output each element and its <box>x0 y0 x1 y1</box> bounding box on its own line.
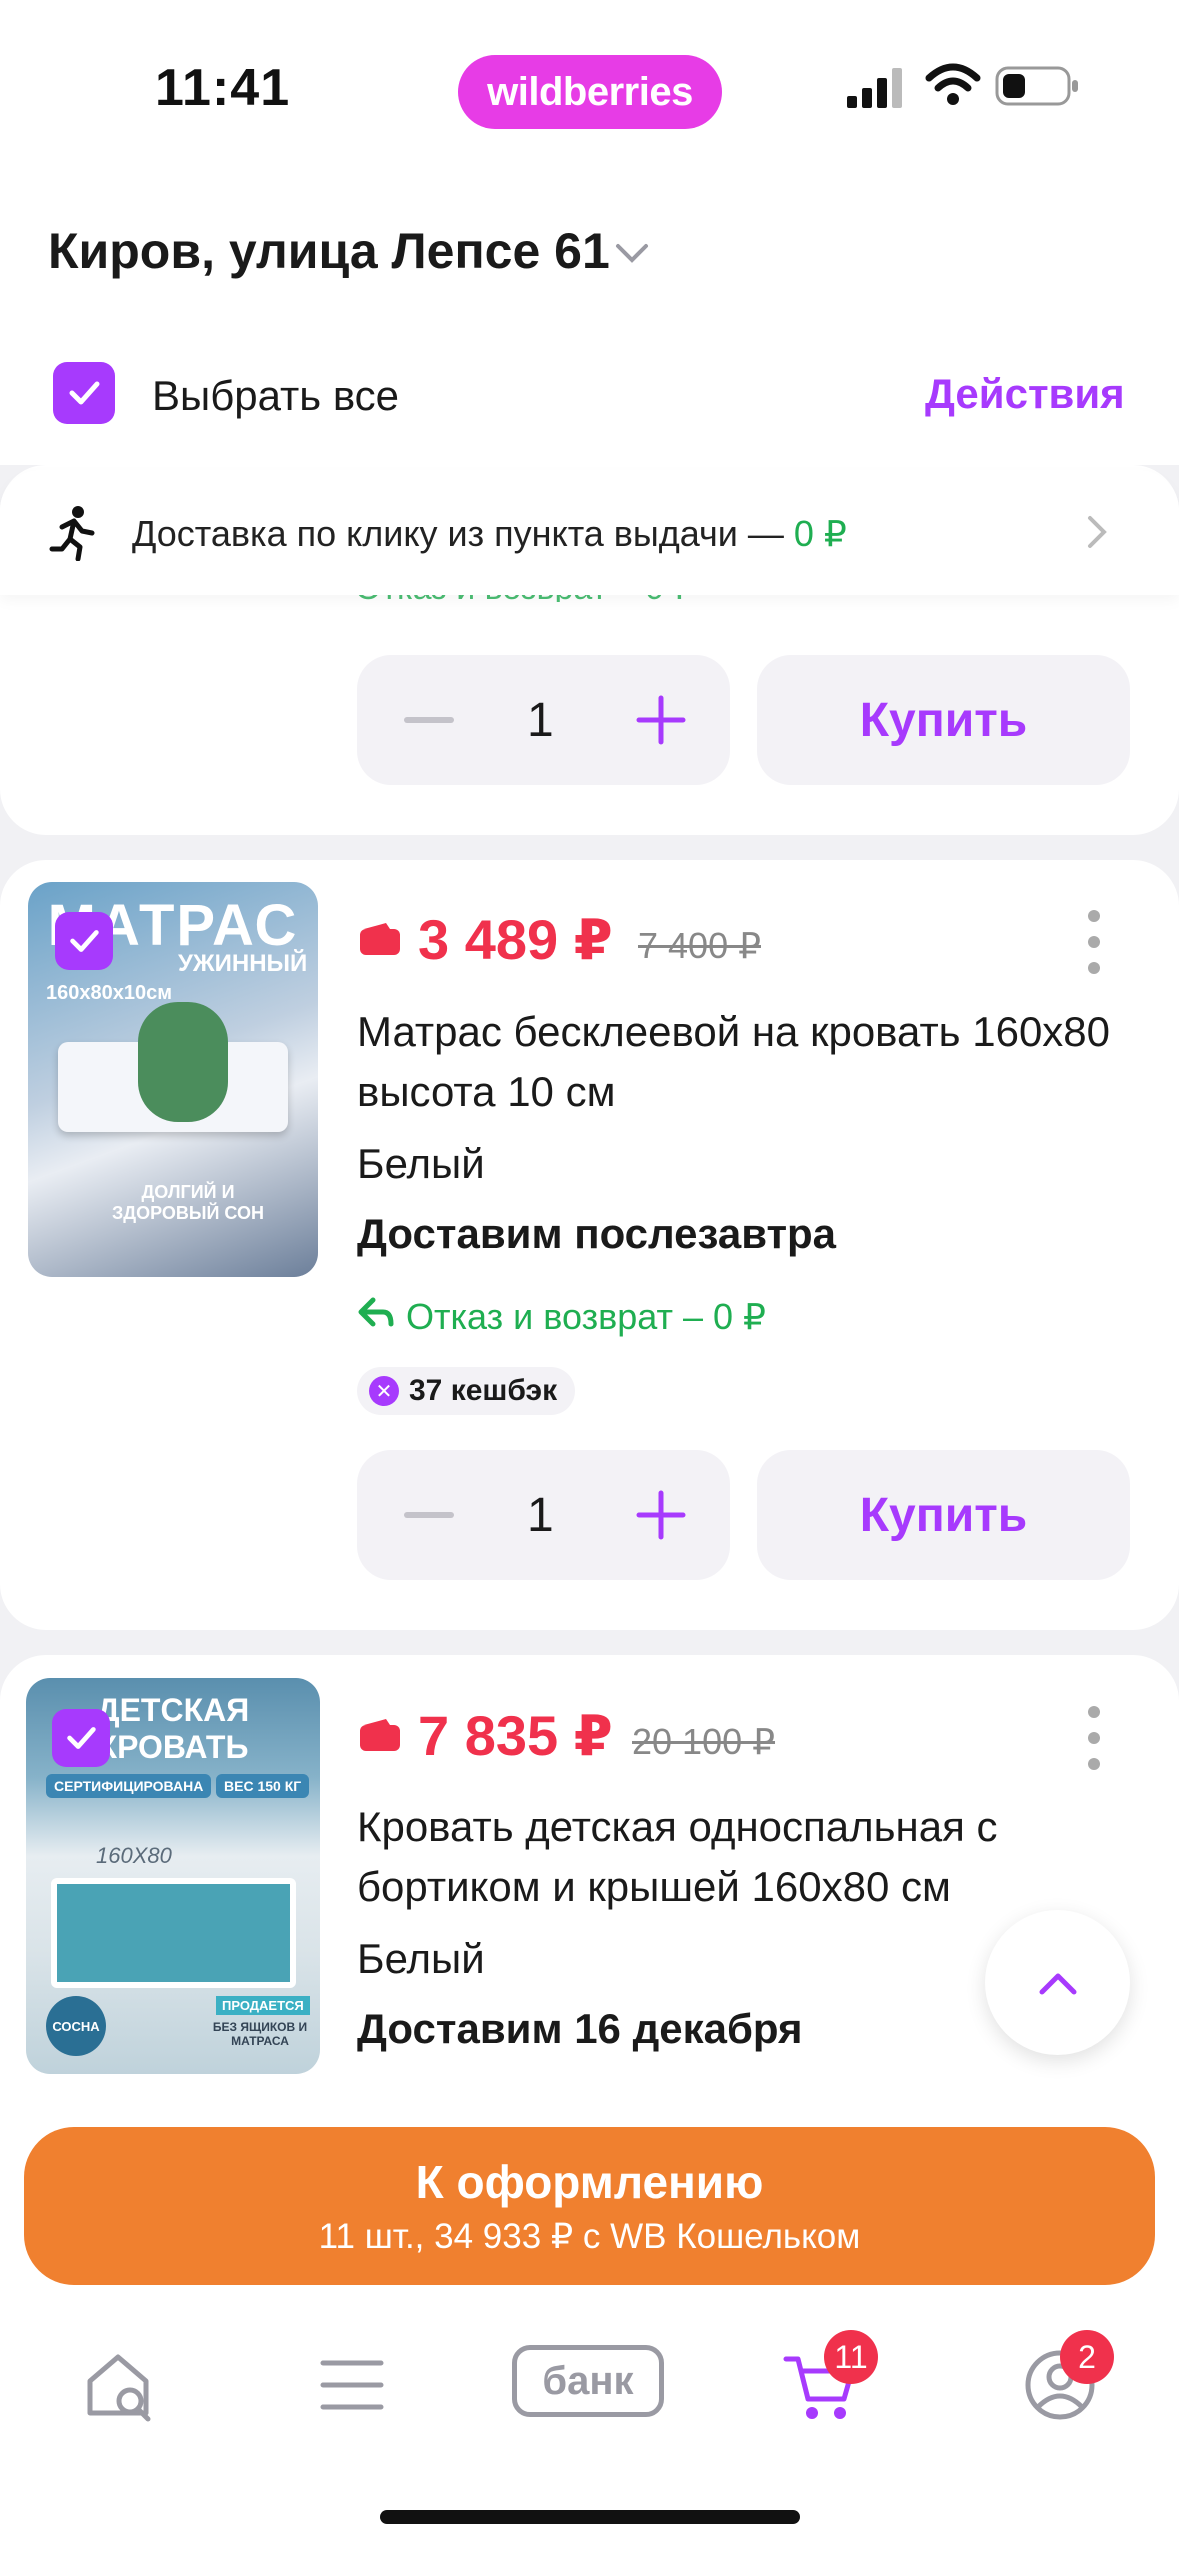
item-title[interactable]: Кровать детская односпальная с бортиком … <box>357 1797 1179 1917</box>
more-options-icon[interactable] <box>1087 909 1101 975</box>
tab-bank[interactable]: банк <box>512 2345 664 2417</box>
quantity-stepper: 1 <box>357 655 730 785</box>
toy-figure <box>138 1002 228 1122</box>
buy-button[interactable]: Купить <box>757 655 1130 785</box>
menu-icon <box>320 2360 384 2410</box>
item-old-price: 20 100 ₽ <box>632 1721 776 1762</box>
item-color: Белый <box>357 1140 485 1187</box>
image-cert: СЕРТИФИЦИРОВАНА <box>46 1774 212 1798</box>
cart-count-badge: 11 <box>824 2330 878 2384</box>
delivery-address[interactable]: Киров, улица Лепсе 61 <box>48 222 610 280</box>
plus-button[interactable] <box>635 1489 687 1541</box>
item-checkbox[interactable] <box>55 912 113 970</box>
more-options-icon[interactable] <box>1087 1705 1101 1771</box>
quantity-value: 1 <box>527 1489 554 1542</box>
plus-button[interactable] <box>635 694 687 746</box>
item-delivery: Доставим 16 декабря <box>357 2005 803 2052</box>
image-weight: ВЕС 150 КГ <box>216 1774 310 1798</box>
buy-button[interactable]: Купить <box>757 1450 1130 1580</box>
brand-pill[interactable]: wildberries <box>458 55 722 129</box>
status-time: 11:41 <box>155 59 291 117</box>
home-indicator <box>380 2510 800 2524</box>
image-size: 160x80x10см <box>46 982 173 1004</box>
running-person-icon <box>49 506 95 561</box>
select-all-label[interactable]: Выбрать все <box>152 372 399 420</box>
minus-button[interactable] <box>404 717 454 723</box>
image-footer: ДОЛГИЙ И ЗДОРОВЫЙ СОН <box>112 1182 264 1223</box>
cashback-icon: ✕ <box>369 1376 399 1406</box>
tab-home[interactable] <box>70 2335 170 2435</box>
checkout-title: К оформлению <box>415 2156 764 2208</box>
item-delivery: Доставим послезавтра <box>357 1210 837 1257</box>
image-sosna: СОСНА <box>46 1996 106 2056</box>
chevron-up-icon <box>1039 1973 1076 1994</box>
check-icon <box>70 930 99 952</box>
delivery-banner-text: Доставка по клику из пункта выдачи — 0 ₽ <box>132 513 847 554</box>
chevron-down-icon[interactable] <box>610 230 654 274</box>
quantity-stepper: 1 <box>357 1450 730 1580</box>
wallet-icon <box>360 923 400 955</box>
quantity-value: 1 <box>527 694 554 747</box>
image-sale: ПРОДАЕТСЯ <box>216 1996 310 2015</box>
profile-notification-badge: 2 <box>1060 2330 1114 2384</box>
item-old-price: 7 400 ₽ <box>638 925 761 966</box>
scroll-to-top-button[interactable] <box>985 1910 1130 2055</box>
tab-catalog[interactable] <box>302 2335 402 2435</box>
actions-link[interactable]: Действия <box>925 370 1125 418</box>
wifi-icon <box>925 63 981 105</box>
item-checkbox[interactable] <box>52 1709 110 1767</box>
image-size: 160Х80 <box>96 1843 172 1868</box>
check-icon <box>69 381 100 405</box>
cashback-text: 37 кешбэк <box>409 1374 558 1407</box>
return-arrow-icon <box>358 1297 394 1327</box>
item-return-policy: Отказ и возврат – 0 ₽ <box>406 1296 766 1337</box>
item-color: Белый <box>357 1935 485 1982</box>
checkout-button[interactable]: К оформлению 11 шт., 34 933 ₽ с WB Кошел… <box>24 2127 1155 2285</box>
select-all-checkbox[interactable] <box>53 362 115 424</box>
item-price: 7 835 ₽ <box>418 1704 613 1767</box>
battery-icon <box>995 66 1078 106</box>
home-search-icon <box>87 2354 151 2422</box>
image-sub: УЖИННЫЙ <box>178 950 308 977</box>
minus-button[interactable] <box>404 1512 454 1518</box>
bed-shape <box>51 1878 296 1988</box>
cashback-badge: ✕ 37 кешбэк <box>357 1367 576 1415</box>
wallet-icon <box>360 1719 400 1751</box>
item-title[interactable]: Матрас бесклеевой на кровать 160х80 высо… <box>357 1002 1179 1122</box>
chevron-right-icon[interactable] <box>1082 512 1112 552</box>
item-price: 3 489 ₽ <box>418 908 613 971</box>
checkout-subtitle: 11 шт., 34 933 ₽ с WB Кошельком <box>318 2217 861 2256</box>
image-sale-sub: БЕЗ ЯЩИКОВ И МАТРАСА <box>212 2020 308 2048</box>
check-icon <box>67 1727 96 1749</box>
signal-icon <box>847 68 902 108</box>
